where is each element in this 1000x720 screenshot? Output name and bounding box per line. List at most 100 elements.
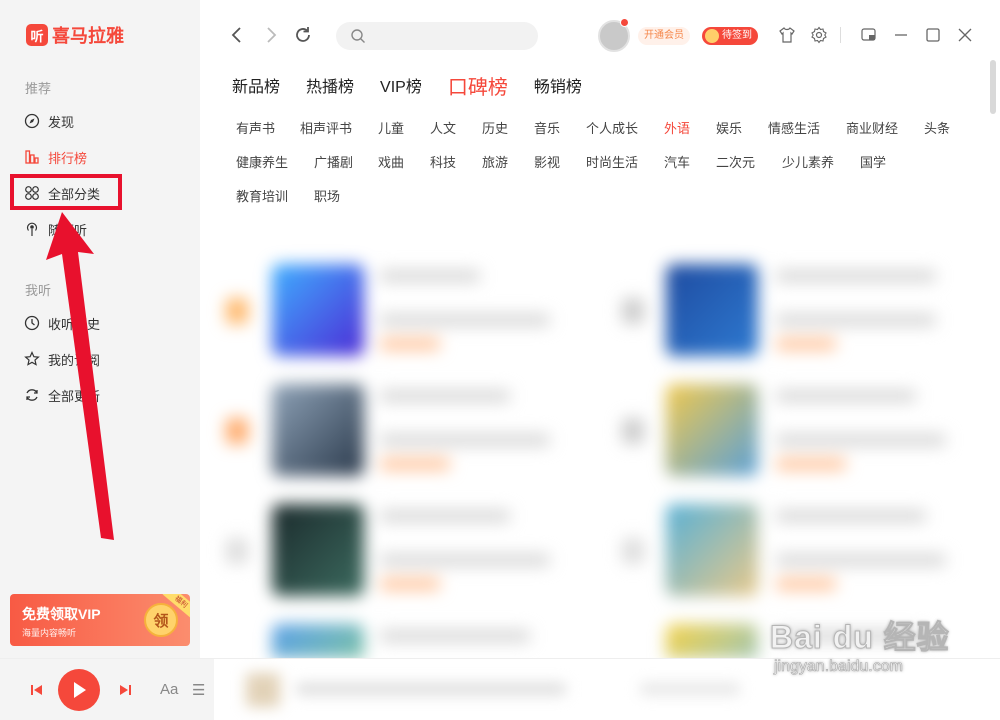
sidebar-item-random[interactable]: 随便听 <box>24 218 87 240</box>
now-playing-title <box>296 683 566 695</box>
clock-icon <box>24 315 40 331</box>
star-icon <box>24 351 40 366</box>
sidebar-item-label: 发现 <box>48 114 75 130</box>
category-item[interactable]: 少儿素养 <box>782 152 834 171</box>
search-input[interactable] <box>336 22 538 50</box>
category-item[interactable]: 影视 <box>534 152 560 171</box>
gear-icon[interactable] <box>810 26 828 44</box>
section-label-recommend: 推荐 <box>25 81 52 96</box>
category-item[interactable]: 娱乐 <box>716 118 742 137</box>
logo-text: 喜马拉雅 <box>52 26 124 46</box>
maximize-icon[interactable] <box>924 26 942 44</box>
app-window: 听 喜马拉雅 推荐 发现 排行榜 全部分类 随便听 我听 收听历史 我的订阅 全… <box>0 0 1000 720</box>
back-icon[interactable] <box>226 24 248 46</box>
sidebar-item-label: 我的订阅 <box>48 352 101 368</box>
stat-line <box>380 458 450 470</box>
signin-button[interactable]: 待签到 <box>702 27 758 45</box>
tab-vip[interactable]: VIP榜 <box>380 76 422 100</box>
tab-reputation[interactable]: 口碑榜 <box>448 76 508 100</box>
sidebar-item-subscriptions[interactable]: 我的订阅 <box>24 348 100 370</box>
minimize-icon[interactable] <box>892 26 910 44</box>
desc-line <box>776 314 936 326</box>
category-item[interactable]: 广播剧 <box>314 152 353 171</box>
category-item[interactable]: 二次元 <box>716 152 755 171</box>
shirt-icon[interactable] <box>778 26 796 44</box>
tab-hot[interactable]: 热播榜 <box>306 76 354 100</box>
category-item[interactable]: 儿童 <box>378 118 404 137</box>
sidebar-item-label: 全部更新 <box>48 388 101 404</box>
category-item[interactable]: 职场 <box>314 186 340 205</box>
category-item[interactable]: 历史 <box>482 118 508 137</box>
stat-line <box>380 578 440 590</box>
sidebar-item-updates[interactable]: 全部更新 <box>24 384 100 406</box>
category-item[interactable]: 健康养生 <box>236 152 288 171</box>
category-item[interactable]: 头条 <box>924 118 950 137</box>
compass-icon <box>24 113 40 129</box>
radio-icon <box>26 222 38 236</box>
category-item[interactable]: 国学 <box>860 152 886 171</box>
category-item[interactable]: 时尚生活 <box>586 152 638 171</box>
category-item[interactable]: 教育培训 <box>236 186 288 205</box>
album-cover <box>272 504 364 596</box>
rank-badge <box>226 418 248 444</box>
title-line <box>380 510 510 522</box>
category-item-active[interactable]: 外语 <box>664 118 690 137</box>
mini-mode-icon[interactable] <box>860 26 878 44</box>
category-item[interactable]: 相声评书 <box>300 118 352 137</box>
close-icon[interactable] <box>956 26 974 44</box>
title-line <box>380 390 510 402</box>
rank-badge <box>226 298 248 324</box>
font-size-button[interactable]: Aa <box>160 681 178 698</box>
album-cover <box>666 624 758 658</box>
desc-line <box>380 314 550 326</box>
desc-line <box>776 554 946 566</box>
reload-icon[interactable] <box>292 24 314 46</box>
album-cover <box>272 264 364 356</box>
album-cover <box>666 384 758 476</box>
coin-icon: 领 <box>144 603 178 637</box>
sidebar-item-discover[interactable]: 发现 <box>24 110 74 132</box>
category-item[interactable]: 科技 <box>430 152 456 171</box>
forward-icon[interactable] <box>260 24 282 46</box>
next-icon[interactable] <box>118 683 132 697</box>
category-item[interactable]: 音乐 <box>534 118 560 137</box>
category-item[interactable]: 个人成长 <box>586 118 638 137</box>
vip-promo-card[interactable]: 免费领取VIP 海量内容畅听 领 福利 <box>10 594 190 646</box>
app-logo[interactable]: 听 喜马拉雅 <box>26 22 124 48</box>
category-item[interactable]: 有声书 <box>236 118 275 137</box>
category-item[interactable]: 旅游 <box>482 152 508 171</box>
play-button[interactable] <box>58 669 100 711</box>
rank-badge <box>622 538 644 564</box>
category-item[interactable]: 情感生活 <box>768 118 820 137</box>
previous-icon[interactable] <box>30 683 44 697</box>
category-item[interactable]: 人文 <box>430 118 456 137</box>
sidebar-item-label: 排行榜 <box>48 150 88 166</box>
category-item[interactable]: 商业财经 <box>846 118 898 137</box>
tab-new[interactable]: 新品榜 <box>232 76 280 100</box>
scrollbar[interactable] <box>990 60 996 114</box>
category-item[interactable]: 戏曲 <box>378 152 404 171</box>
stat-line <box>776 578 836 590</box>
playlist-button[interactable]: ☰ <box>192 681 205 699</box>
title-line <box>380 270 480 282</box>
sidebar-item-ranking[interactable]: 排行榜 <box>24 146 87 168</box>
topbar: 开通会员 待签到 <box>200 0 1000 70</box>
desc-line <box>380 554 550 566</box>
desc-line <box>776 434 946 446</box>
title-line <box>380 630 530 642</box>
now-playing-cover <box>246 673 280 707</box>
category-item[interactable]: 汽车 <box>664 152 690 171</box>
sidebar-item-label: 随便听 <box>48 222 88 238</box>
watermark-sub: jingyan.baidu.com <box>774 658 904 676</box>
coin-icon <box>705 29 719 43</box>
stat-line <box>776 458 846 470</box>
sidebar-item-history[interactable]: 收听历史 <box>24 312 100 334</box>
sidebar-item-label: 收听历史 <box>48 316 101 332</box>
open-vip-button[interactable]: 开通会员 <box>638 27 690 45</box>
album-cover <box>666 264 758 356</box>
album-cover <box>272 624 364 658</box>
album-cover <box>666 504 758 596</box>
sidebar: 听 喜马拉雅 推荐 发现 排行榜 全部分类 随便听 我听 收听历史 我的订阅 全… <box>0 0 200 658</box>
tab-bestseller[interactable]: 畅销榜 <box>534 76 582 100</box>
title-line <box>776 390 916 402</box>
